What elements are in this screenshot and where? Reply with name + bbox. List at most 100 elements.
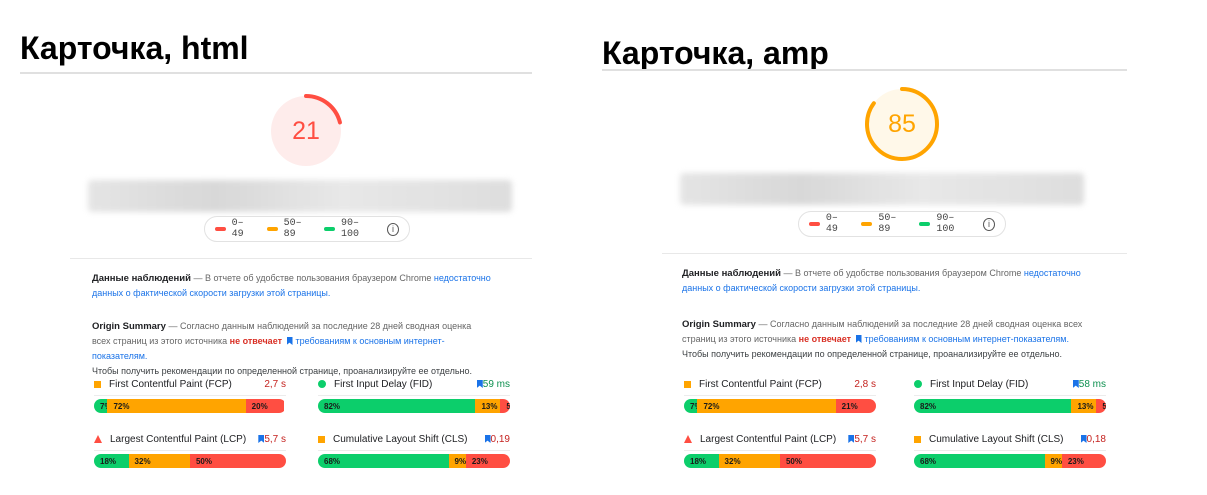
average-share-segment: 32% xyxy=(718,454,780,468)
good-share-segment: 18% xyxy=(94,454,129,468)
average-share-segment: 13% xyxy=(1071,399,1097,413)
good-share-segment: 82% xyxy=(914,399,1072,413)
metric-header: Largest Contentful Paint (LCP) 5,7 s xyxy=(684,432,876,446)
distribution-bar: 7%72%20% xyxy=(94,399,286,413)
bookmark-icon xyxy=(1072,380,1079,388)
metric-value: 58 ms xyxy=(1078,378,1106,390)
metric-divider xyxy=(94,395,286,396)
metric-value: 5,7 s xyxy=(264,433,286,445)
legend-item-good: 90–100 xyxy=(919,213,968,235)
metric-divider xyxy=(684,395,876,396)
report-panel-html: Карточка, html 21 0–49 50–89 90–100 i Да… xyxy=(0,0,560,495)
metric-card: Largest Contentful Paint (LCP) 5,7 s 18% 32… xyxy=(684,432,876,468)
origin-summary-heading: Origin Summary xyxy=(682,319,756,330)
good-share-segment: 7% xyxy=(94,399,108,413)
metric-value: 0,19 xyxy=(490,433,510,445)
circle-status-icon xyxy=(318,380,326,388)
blurred-url xyxy=(88,180,512,212)
metric-card: Largest Contentful Paint (LCP) 5,7 s 18% 32… xyxy=(94,432,286,468)
bookmark-icon xyxy=(484,435,491,443)
poor-share-segment: 21% xyxy=(835,399,876,413)
metric-divider xyxy=(914,450,1106,451)
report-panel-amp: Карточка, amp 85 0–49 50–89 90–100 i Дан… xyxy=(600,0,1160,495)
field-data-heading: Данные наблюдений xyxy=(92,273,191,284)
metric-value: 2,7 s xyxy=(264,378,286,390)
square-status-icon xyxy=(318,435,325,443)
good-share-segment: 18% xyxy=(684,454,719,468)
triangle-status-icon xyxy=(94,435,102,443)
performance-score-gauge: 21 xyxy=(268,93,344,169)
metric-card: First Input Delay (FID) 59 ms 82%13%5% xyxy=(318,377,510,413)
metric-divider xyxy=(94,450,286,451)
metric-value: 59 ms xyxy=(482,378,510,390)
metric-name: First Contentful Paint (FCP) xyxy=(699,378,822,390)
score-legend: 0–49 50–89 90–100 i xyxy=(798,211,1006,237)
metric-name: Largest Contentful Paint (LCP) xyxy=(700,433,837,445)
poor-share-segment: 50% xyxy=(189,454,286,468)
metric-header: Cumulative Layout Shift (CLS) 0,19 xyxy=(318,432,510,446)
status-not-passing: не отвечает xyxy=(229,336,282,346)
legend-item-average: 50–89 xyxy=(266,218,310,240)
bookmark-icon xyxy=(848,435,855,443)
performance-score-gauge: 85 xyxy=(864,86,940,162)
metric-divider xyxy=(318,395,510,396)
distribution-bar: 18% 32% 50% xyxy=(684,454,876,468)
metric-header: First Input Delay (FID) 59 ms xyxy=(318,377,510,391)
square-status-icon xyxy=(94,380,101,388)
distribution-bar: 82%13%5% xyxy=(318,399,510,413)
bookmark-icon xyxy=(476,380,483,388)
blurred-url xyxy=(680,173,1084,205)
field-data-heading: Данные наблюдений xyxy=(682,268,781,279)
section-divider xyxy=(662,253,1127,254)
good-share-segment: 68% xyxy=(318,454,449,468)
legend-item-average: 50–89 xyxy=(861,213,905,235)
metric-name: First Input Delay (FID) xyxy=(334,378,433,390)
bookmark-icon xyxy=(855,335,862,343)
metric-card: Cumulative Layout Shift (CLS) 0,18 68% 9% 23… xyxy=(914,432,1106,468)
score-legend: 0–49 50–89 90–100 i xyxy=(204,216,410,242)
panel-title: Карточка, html xyxy=(20,30,249,66)
core-web-vitals-link[interactable]: требованиям к основным интернет-показате… xyxy=(865,334,1069,344)
distribution-bar: 7%72%21% xyxy=(684,399,876,413)
legend-item-poor: 0–49 xyxy=(809,213,847,235)
metric-divider xyxy=(318,450,510,451)
metric-header: Cumulative Layout Shift (CLS) 0,18 xyxy=(914,432,1106,446)
bookmark-icon xyxy=(1080,435,1087,443)
circle-status-icon xyxy=(914,380,922,388)
average-share-segment: 72% xyxy=(107,399,246,413)
good-share-segment: 7% xyxy=(684,399,698,413)
average-share-segment: 9% xyxy=(448,454,466,468)
origin-summary-section: Origin Summary — Согласно данным наблюде… xyxy=(92,321,473,376)
info-icon[interactable]: i xyxy=(982,217,995,231)
average-share-segment: 9% xyxy=(1044,454,1062,468)
title-divider xyxy=(20,72,532,74)
poor-share-segment: 23% xyxy=(465,454,510,468)
distribution-bar: 18% 32% 50% xyxy=(94,454,286,468)
performance-score: 21 xyxy=(292,116,320,145)
legend-item-poor: 0–49 xyxy=(215,218,253,240)
metric-header: First Input Delay (FID) 58 ms xyxy=(914,377,1106,391)
metric-divider xyxy=(914,395,1106,396)
metric-name: Cumulative Layout Shift (CLS) xyxy=(333,433,468,445)
metric-value: 5,7 s xyxy=(854,433,876,445)
distribution-bar: 82%13%5% xyxy=(914,399,1106,413)
good-share-segment: 68% xyxy=(914,454,1045,468)
origin-summary-heading: Origin Summary xyxy=(92,321,166,332)
poor-share-segment: 5% xyxy=(1096,399,1106,413)
origin-summary-section: Origin Summary — Согласно данным наблюде… xyxy=(682,319,1083,359)
good-share-segment: 82% xyxy=(318,399,476,413)
poor-share-segment: 23% xyxy=(1061,454,1106,468)
poor-share-segment: 5% xyxy=(500,399,510,413)
metric-name: First Input Delay (FID) xyxy=(930,378,1029,390)
average-share-segment: 13% xyxy=(475,399,501,413)
distribution-bar: 68% 9% 23% xyxy=(318,454,510,468)
poor-share-segment: 20% xyxy=(245,399,285,413)
status-not-passing: не отвечает xyxy=(798,334,851,344)
info-icon[interactable]: i xyxy=(387,222,400,236)
metric-card: First Contentful Paint (FCP) 2,8 s 7%72%21… xyxy=(684,377,876,413)
performance-score: 85 xyxy=(888,109,916,138)
average-share-segment: 32% xyxy=(128,454,190,468)
metric-card: First Contentful Paint (FCP) 2,7 s 7%72%20… xyxy=(94,377,286,413)
field-data-section: Данные наблюдений — В отчете об удобстве… xyxy=(682,268,1081,293)
poor-share-segment: 50% xyxy=(779,454,876,468)
